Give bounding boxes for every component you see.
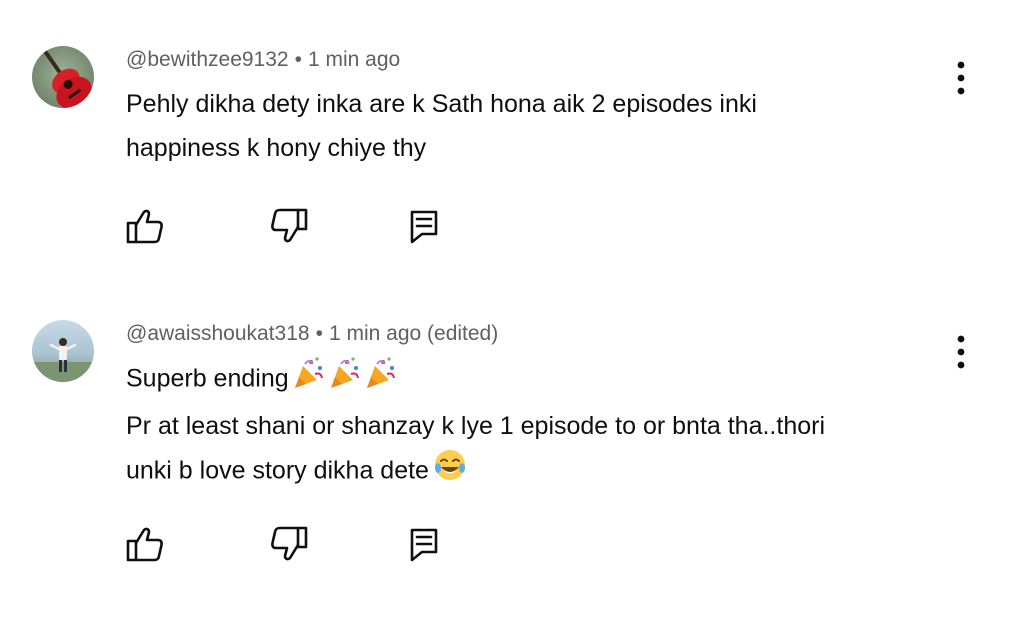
more-vertical-icon [957,335,965,369]
comment-text: Superb ending Pr at least shani or shanz… [126,356,986,496]
tears-of-joy-icon [434,450,465,480]
comment-line: Pehly dikha dety inka are k Sath hona ai… [126,90,757,118]
comment-line: Superb ending [126,356,986,404]
like-button[interactable] [122,204,166,248]
person-photo-avatar-image [32,320,94,382]
author-name[interactable]: @bewithzee9132 [126,48,289,71]
more-options-button[interactable] [944,56,978,100]
comment-line-text: unki b love story dikha dete [126,456,429,485]
avatar[interactable] [32,320,94,382]
tears-of-joy-emoji [433,448,467,496]
comment-line-text: Superb ending [126,364,289,393]
comment-meta: @bewithzee9132 • 1 min ago [126,48,400,72]
author-name[interactable]: @awaisshoukat318 [126,322,310,345]
thumbs-up-icon [126,527,163,562]
meta-separator: • [294,48,302,71]
comment-line: unki b love story dikha dete [126,448,986,496]
reply-button[interactable] [402,522,446,566]
comment-text: Pehly dikha dety inka are k Sath hona ai… [126,82,986,170]
comment-line: Pr at least shani or shanzay k lye 1 epi… [126,412,826,440]
more-vertical-icon [957,61,965,95]
reply-icon [410,210,438,244]
dislike-button[interactable] [268,204,312,248]
guitar-avatar-image [32,46,94,108]
comment-time: 1 min ago (edited) [328,322,499,345]
party-popper-emojis [293,356,397,404]
comment-time: 1 min ago [307,48,401,71]
comment: @bewithzee9132 • 1 min ago Pehly dikha det… [0,0,1024,300]
dislike-button[interactable] [268,522,312,566]
reply-icon [410,528,438,562]
meta-separator: • [315,322,323,345]
thumbs-up-icon [126,209,163,244]
avatar[interactable] [32,46,94,108]
party-popper-icon [294,356,395,389]
reply-button[interactable] [402,204,446,248]
thumbs-down-icon [271,526,308,561]
like-button[interactable] [122,522,166,566]
comment-meta: @awaisshoukat318 • 1 min ago (edited) [126,322,498,346]
comment: @awaisshoukat318 • 1 min ago (edited) Supe… [0,300,1024,618]
thumbs-down-icon [271,208,308,243]
comment-line: happiness k hony chiye thy [126,134,427,162]
more-options-button[interactable] [944,330,978,374]
